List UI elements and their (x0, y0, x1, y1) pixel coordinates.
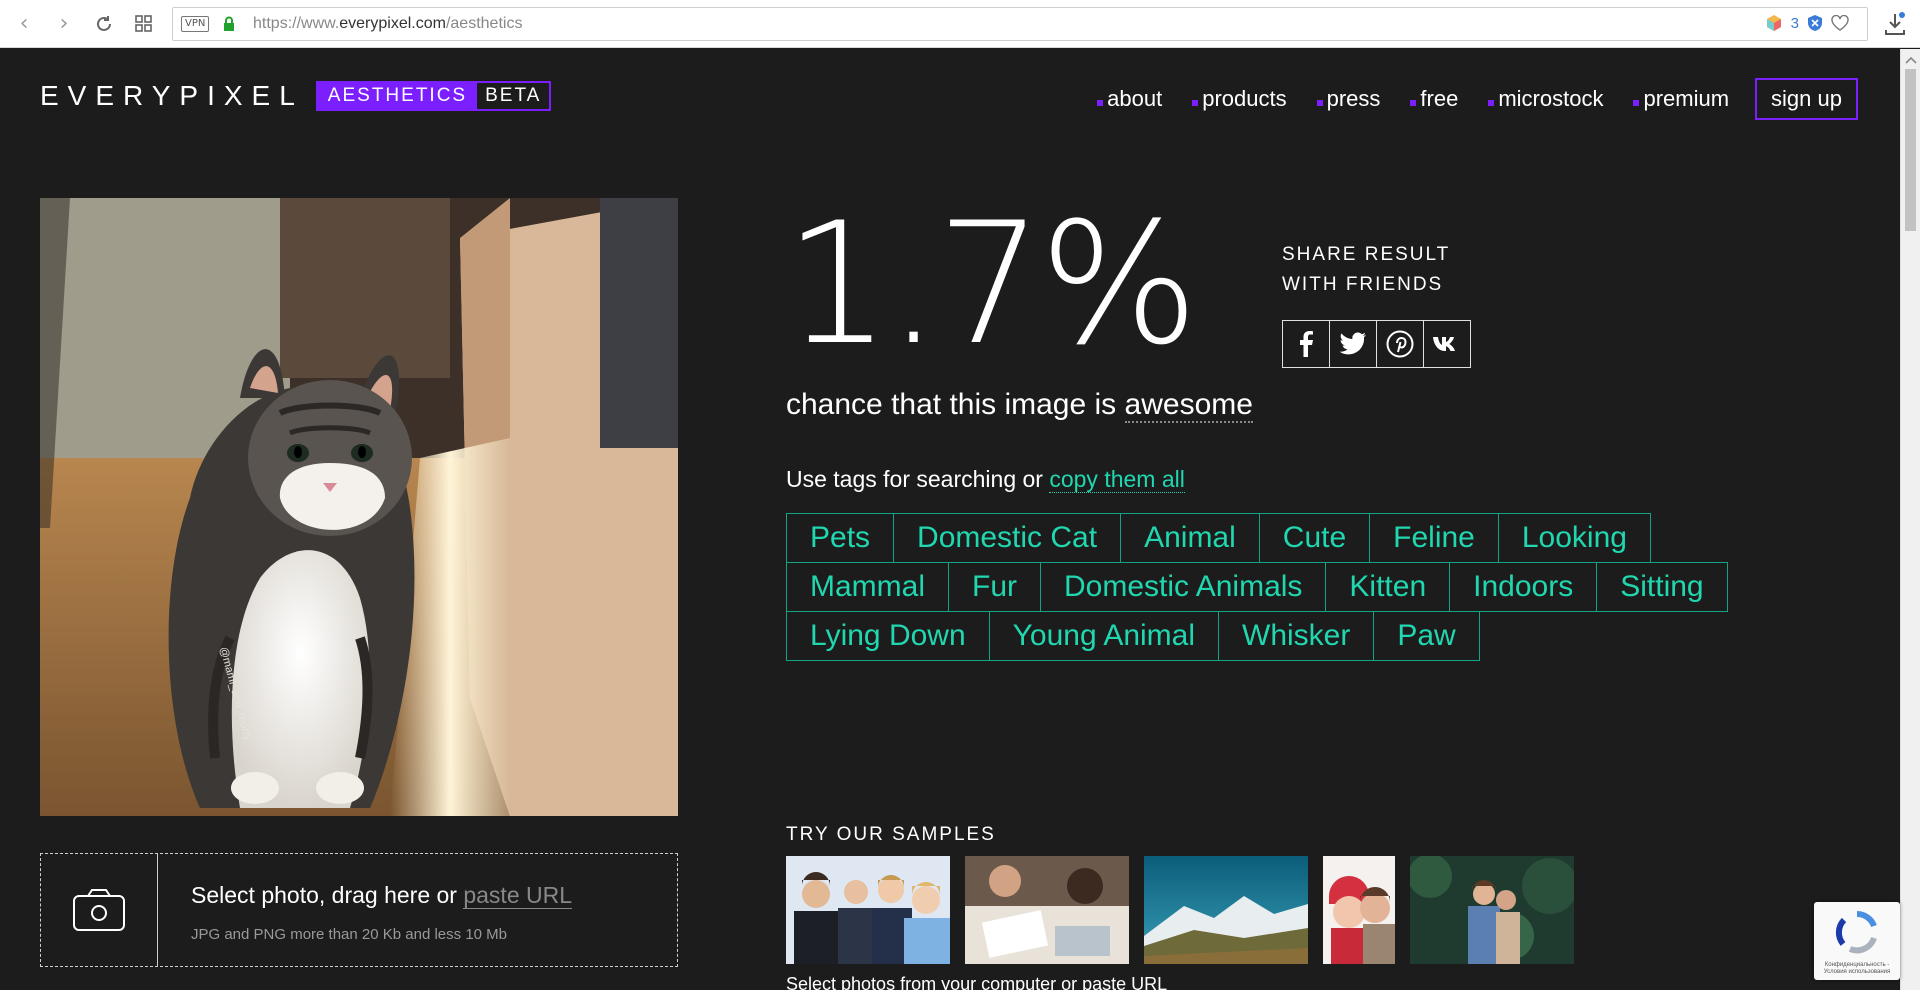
sample-forest-people[interactable] (1410, 856, 1574, 964)
nav-dot (1633, 100, 1640, 106)
vk-share-button[interactable] (1423, 320, 1471, 368)
forward-icon[interactable]: › (50, 10, 78, 38)
tabs-grid-icon[interactable] (130, 10, 158, 38)
camera-icon (73, 889, 125, 931)
heart-icon[interactable] (1831, 15, 1849, 31)
url-text[interactable]: https://www.everypixel.com/aesthetics (253, 15, 522, 33)
nav-press[interactable]: press (1316, 86, 1380, 112)
extensions-area: 3 (1765, 14, 1849, 32)
tag-item[interactable]: Domestic Animals (1040, 562, 1327, 612)
tag-item[interactable]: Lying Down (786, 611, 990, 661)
nav-premium[interactable]: premium (1633, 86, 1729, 112)
nav-microstock[interactable]: microstock (1488, 86, 1603, 112)
copy-tags-link[interactable]: copy them all (1049, 466, 1185, 493)
tag-row: Mammal Fur Domestic Animals Kitten Indoo… (786, 562, 1728, 612)
nav-dot (1488, 100, 1495, 106)
extension-count[interactable]: 3 (1791, 15, 1799, 32)
tag-item[interactable]: Sitting (1596, 562, 1728, 612)
upload-hint: JPG and PNG more than 20 Kb and less 10 … (191, 926, 508, 943)
tag-item[interactable]: Mammal (786, 562, 950, 612)
recaptcha-badge[interactable]: Конфиденциальность - Условия использован… (1814, 902, 1900, 980)
samples-subtitle: Select photos from your computer or past… (786, 974, 1168, 990)
main-nav: about products press free microstock pre… (1067, 78, 1858, 120)
badge-beta: BETA (485, 85, 542, 106)
pinterest-share-button[interactable] (1376, 320, 1424, 368)
scroll-up-icon[interactable] (1901, 53, 1920, 67)
tag-item[interactable]: Indoors (1449, 562, 1598, 612)
recaptcha-icon (1835, 910, 1877, 954)
cube-extension-icon[interactable] (1765, 14, 1783, 32)
aesthetic-score: 1.7% (784, 186, 1199, 382)
tag-item[interactable]: Young Animal (988, 611, 1220, 661)
reload-icon[interactable] (90, 10, 118, 38)
browser-toolbar: ‹ › VPN https://www.everypixel.com/aesth… (0, 0, 1920, 48)
shield-extension-icon[interactable] (1807, 14, 1823, 32)
logo-text: EVERYPIXEL (40, 80, 304, 111)
nav-dot (1097, 100, 1104, 106)
facebook-icon (1300, 331, 1313, 357)
everypixel-logo[interactable]: EVERYPIXEL AESTHETICS BETA (40, 80, 552, 112)
twitter-icon (1339, 332, 1366, 355)
facebook-share-button[interactable] (1282, 320, 1330, 368)
vk-icon (1433, 337, 1455, 351)
awesome-link[interactable]: awesome (1124, 388, 1253, 423)
tags-intro: Use tags for searching or copy them all (786, 466, 1185, 493)
tag-item[interactable]: Whisker (1218, 611, 1375, 661)
score-caption: chance that this image is awesome (786, 388, 1253, 423)
share-title: SHARE RESULT WITH FRIENDS (1282, 244, 1451, 295)
tag-item[interactable]: Feline (1369, 513, 1499, 563)
share-buttons (1282, 320, 1471, 368)
camera-button[interactable] (41, 854, 158, 966)
sample-couple[interactable] (1323, 856, 1395, 964)
analyzed-photo: @mami_and_morty (40, 198, 678, 816)
lock-icon (224, 16, 234, 31)
badge-aesthetics: AESTHETICS (317, 83, 478, 109)
nav-dot (1316, 100, 1323, 106)
aesthetics-beta-badge: AESTHETICS BETA (315, 81, 552, 111)
upload-dropzone[interactable]: Select photo, drag here or paste URL JPG… (40, 853, 678, 967)
twitter-share-button[interactable] (1329, 320, 1377, 368)
tag-item[interactable]: Fur (948, 562, 1042, 612)
tag-row: Pets Domestic Cat Animal Cute Feline Loo… (786, 513, 1651, 563)
pinterest-icon (1386, 330, 1414, 358)
nav-dot (1192, 100, 1199, 106)
page-scrollbar[interactable] (1900, 49, 1920, 990)
vpn-badge[interactable]: VPN (181, 16, 210, 32)
tag-item[interactable]: Pets (786, 513, 895, 563)
nav-about[interactable]: about (1097, 86, 1162, 112)
back-icon[interactable]: ‹ (10, 10, 38, 38)
tag-item[interactable]: Animal (1120, 513, 1260, 563)
recaptcha-terms[interactable]: Конфиденциальность - Условия использован… (1818, 962, 1896, 976)
tag-row: Lying Down Young Animal Whisker Paw (786, 611, 1480, 661)
tag-item[interactable]: Kitten (1325, 562, 1451, 612)
download-icon[interactable] (1884, 12, 1906, 36)
sample-business-team[interactable] (786, 856, 950, 964)
nav-dot (1410, 100, 1417, 106)
upload-instructions: Select photo, drag here or paste URL (191, 882, 573, 909)
signup-button[interactable]: sign up (1755, 78, 1858, 120)
tag-item[interactable]: Paw (1373, 611, 1480, 661)
scroll-thumb[interactable] (1905, 69, 1916, 231)
sample-desk-work[interactable] (965, 856, 1129, 964)
tag-item[interactable]: Cute (1258, 513, 1371, 563)
samples-title: TRY OUR SAMPLES (786, 824, 996, 845)
nav-products[interactable]: products (1192, 86, 1287, 112)
address-bar[interactable]: VPN https://www.everypixel.com/aesthetic… (172, 7, 1868, 41)
paste-url-link[interactable]: paste URL (463, 882, 573, 909)
tag-item[interactable]: Domestic Cat (893, 513, 1122, 563)
nav-free[interactable]: free (1410, 86, 1458, 112)
sample-mountains[interactable] (1144, 856, 1308, 964)
tag-item[interactable]: Looking (1497, 513, 1651, 563)
